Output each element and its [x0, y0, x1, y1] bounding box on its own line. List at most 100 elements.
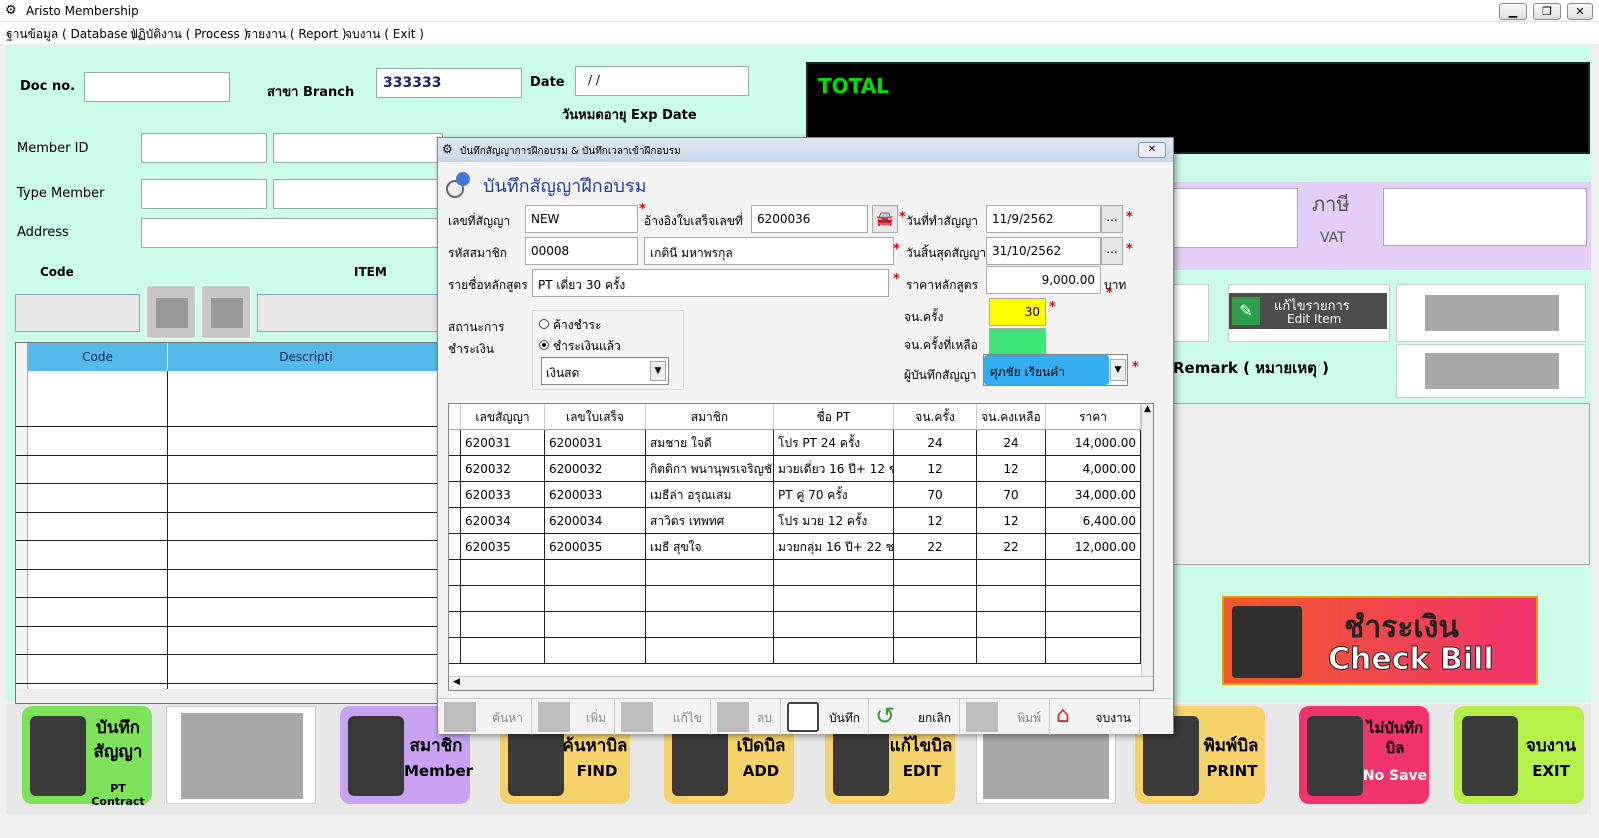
contract-clock-icon: [446, 172, 474, 198]
radio-unpaid[interactable]: [539, 319, 549, 329]
code-lookup-button[interactable]: [146, 285, 196, 339]
radio-paid[interactable]: [539, 340, 549, 350]
required-mark: *: [1049, 300, 1056, 315]
type-member-input[interactable]: [141, 179, 267, 209]
col-code-header: Code: [28, 343, 168, 371]
dialog-print-button[interactable]: พิมพ์: [960, 699, 1050, 735]
contract-date-label: วันที่ทำสัญญา: [906, 214, 979, 228]
table-row[interactable]: [16, 570, 444, 598]
table-row[interactable]: [449, 638, 1141, 664]
times-input[interactable]: 30: [989, 298, 1046, 326]
table-row[interactable]: [16, 542, 444, 570]
dialog-add-button[interactable]: เพิ่ม: [532, 699, 615, 735]
minimize-button[interactable]: ▁: [1499, 3, 1527, 20]
doc-no-input[interactable]: [84, 72, 230, 102]
required-mark: *: [1126, 242, 1133, 257]
end-date-label: วันสิ้นสุดสัญญา: [906, 246, 987, 260]
table-row[interactable]: 620034 6200034 สาวิตร เทพทศ โปร มวย 12 ค…: [449, 508, 1141, 534]
exit-label: จบงาน: [1095, 711, 1131, 725]
end-date-input[interactable]: 31/10/2562: [986, 237, 1101, 265]
close-window-button[interactable]: ✕: [1567, 3, 1593, 20]
exit-door-icon: [1462, 716, 1518, 796]
radio-unpaid-label[interactable]: ค้างชำระ: [553, 316, 601, 335]
right-button-1[interactable]: [1396, 284, 1586, 342]
item-input[interactable]: [257, 294, 445, 332]
grid-horizontal-scrollbar[interactable]: ◀: [449, 676, 1153, 690]
member-code-input[interactable]: 00008: [525, 237, 638, 265]
required-mark: *: [893, 272, 900, 287]
col-description-header: Descripti: [168, 343, 444, 371]
member-name-input[interactable]: [273, 133, 443, 163]
remaining-display: [989, 328, 1046, 356]
calculator-icon: [30, 716, 86, 796]
type-member-desc-input[interactable]: [273, 179, 443, 209]
grid-vertical-scrollbar[interactable]: ▲: [1141, 404, 1153, 676]
table-row[interactable]: 620033 6200033 เมธีล่า อรุณเสม PT คู่ 70…: [449, 482, 1141, 508]
table-row[interactable]: [16, 513, 444, 541]
table-row[interactable]: [16, 428, 444, 456]
menu-report[interactable]: รายงาน ( Report ): [245, 25, 347, 44]
table-row[interactable]: [16, 399, 444, 427]
table-row[interactable]: [449, 560, 1141, 586]
delete-label: ลบ: [757, 711, 772, 725]
dialog-cancel-button[interactable]: ↺ ยกเลิก: [869, 699, 960, 735]
restore-button[interactable]: ❐: [1533, 3, 1561, 20]
item-lookup-button[interactable]: [201, 285, 251, 339]
pt-contract-button[interactable]: บันทึก สัญญา PT Contract: [22, 706, 152, 808]
table-row[interactable]: [449, 612, 1141, 638]
pay-status-label-1: สถานะการ: [448, 320, 505, 334]
table-row[interactable]: [449, 586, 1141, 612]
receipt-lookup-car-icon[interactable]: 🚘: [872, 205, 898, 233]
check-bill-button[interactable]: ชำระเงิน Check Bill: [1222, 596, 1538, 685]
table-row[interactable]: [16, 599, 444, 627]
amount-box: [1166, 188, 1298, 248]
radio-paid-label[interactable]: ชำระเงินแล้ว: [553, 337, 621, 356]
receipt-ref-input[interactable]: 6200036: [751, 205, 868, 233]
table-row[interactable]: 620035 6200035 เมธี สุขใจ มวยกลุ่ม 16 ปี…: [449, 534, 1141, 560]
no-save-button[interactable]: ไม่บันทึก บิล No Save: [1299, 706, 1429, 804]
remark-textarea[interactable]: [1166, 403, 1590, 565]
member-id-label: Member ID: [17, 141, 89, 156]
table-row[interactable]: [16, 656, 444, 684]
member-id-input[interactable]: [141, 133, 267, 163]
address-input[interactable]: [141, 218, 443, 248]
table-row[interactable]: [16, 627, 444, 655]
table-row[interactable]: 620032 6200032 กิตติกา พนานุพรเจริญชัย ม…: [449, 456, 1141, 482]
menu-process[interactable]: ปฏิบัติงาน ( Process ): [130, 25, 248, 44]
exit-button[interactable]: จบงาน EXIT: [1454, 706, 1584, 804]
table-row[interactable]: 620031 6200031 สมชาย ใจดี โปร PT 24 ครั้…: [449, 430, 1141, 456]
price-input[interactable]: 9,000.00: [986, 266, 1101, 294]
dialog-search-button[interactable]: ค้นหา: [438, 699, 532, 735]
add-label: เพิ่ม: [586, 711, 606, 725]
dialog-save-button[interactable]: บันทึก: [781, 699, 869, 735]
dialog-delete-button[interactable]: ลบ: [711, 699, 781, 735]
pay-method-select[interactable]: เงินสด ▼: [541, 357, 669, 385]
pt-contract-label-en: PT Contract: [91, 782, 145, 808]
recorder-select[interactable]: ศุภชัย เรียนคำ ▼: [983, 354, 1128, 386]
edit-item-button[interactable]: ✎ แก้ไขรายการ Edit Item: [1228, 284, 1390, 342]
course-input[interactable]: PT เดี่ยว 30 ครั้ง: [532, 269, 889, 297]
cell-member: เมธี สุขใจ: [646, 534, 774, 560]
end-date-picker-button[interactable]: ...: [1101, 237, 1123, 265]
chevron-down-icon[interactable]: ▼: [1110, 359, 1126, 381]
dialog-edit-button[interactable]: แก้ไข: [615, 699, 711, 735]
date-input[interactable]: / /: [575, 66, 749, 96]
branch-input[interactable]: 333333: [376, 68, 522, 98]
dialog-exit-button[interactable]: ⌂ จบงาน: [1050, 699, 1140, 735]
cell-times: 70: [894, 482, 977, 508]
cell-remaining: 22: [977, 534, 1046, 560]
table-row[interactable]: [16, 456, 444, 484]
menu-database[interactable]: ฐานข้อมูล ( Database ): [6, 25, 136, 44]
horizontal-scrollbar[interactable]: [16, 689, 444, 703]
contract-date-input[interactable]: 11/9/2562: [986, 205, 1101, 233]
table-row[interactable]: [16, 485, 444, 513]
code-input[interactable]: [15, 294, 140, 332]
cell-receipt-no: 6200031: [545, 430, 646, 456]
contract-no-input[interactable]: NEW: [525, 205, 638, 233]
dialog-close-button[interactable]: ✕: [1138, 142, 1166, 158]
menu-exit[interactable]: จบงาน ( Exit ): [345, 25, 424, 44]
cell-member: กิตติกา พนานุพรเจริญชัย: [646, 456, 774, 482]
contract-date-picker-button[interactable]: ...: [1101, 205, 1123, 233]
chevron-down-icon[interactable]: ▼: [650, 361, 666, 381]
right-button-2[interactable]: [1396, 344, 1586, 398]
